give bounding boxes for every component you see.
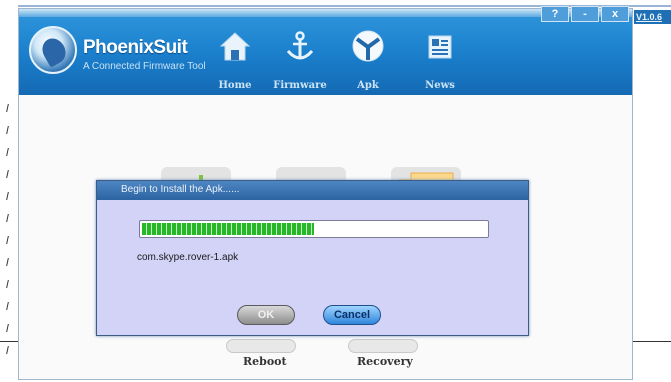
home-icon xyxy=(219,32,251,61)
margin-tick xyxy=(6,192,11,200)
margin-tick xyxy=(6,302,11,310)
nav-apk-label: Apk xyxy=(357,80,379,91)
left-margin xyxy=(0,0,18,382)
cancel-button[interactable]: Cancel xyxy=(323,305,381,325)
nav-news[interactable]: News xyxy=(410,27,470,93)
recovery-label: Recovery xyxy=(357,355,413,368)
divider-line xyxy=(0,341,20,342)
window-controls: ? - x xyxy=(541,6,629,22)
recovery-button[interactable] xyxy=(348,339,418,353)
progress-fill xyxy=(142,223,314,235)
version-label[interactable]: V1.0.6 xyxy=(634,10,671,24)
package-name: com.skype.rover-1.apk xyxy=(137,252,239,263)
margin-tick xyxy=(6,346,11,354)
nav-home-label: Home xyxy=(218,80,252,91)
phoenixsuit-logo-icon xyxy=(29,26,77,74)
divider-line xyxy=(632,341,671,342)
news-icon xyxy=(428,35,452,59)
anchor-icon xyxy=(286,31,314,60)
margin-tick xyxy=(6,236,11,244)
margin-tick xyxy=(6,126,11,134)
app-subtitle: A Connected Firmware Tool xyxy=(83,61,206,72)
margin-tick xyxy=(6,148,11,156)
margin-tick xyxy=(6,170,11,178)
ok-button[interactable]: OK xyxy=(237,305,295,325)
margin-tick xyxy=(6,258,11,266)
help-button[interactable]: ? xyxy=(541,6,569,22)
minimize-button[interactable]: - xyxy=(571,6,599,22)
close-button[interactable]: x xyxy=(601,6,629,22)
nav-firmware[interactable]: Firmware xyxy=(270,27,330,93)
logo-swirl xyxy=(37,34,71,68)
dialog-titlebar[interactable]: Begin to Install the Apk...... xyxy=(97,181,528,200)
nav-news-label: News xyxy=(425,80,455,91)
margin-tick xyxy=(6,280,11,288)
nav-firmware-label: Firmware xyxy=(273,80,327,91)
dialog-title: Begin to Install the Apk...... xyxy=(121,184,240,195)
app-title: PhoenixSuit xyxy=(83,37,188,58)
install-progress-bar xyxy=(139,220,489,238)
nav-apk[interactable]: Apk xyxy=(338,27,398,93)
margin-tick xyxy=(6,324,11,332)
margin-tick xyxy=(6,214,11,222)
margin-tick xyxy=(6,104,11,112)
reboot-label: Reboot xyxy=(243,355,287,368)
apk-icon xyxy=(352,30,384,62)
install-apk-dialog: Begin to Install the Apk...... com.skype… xyxy=(96,180,529,336)
reboot-button[interactable] xyxy=(226,339,296,353)
nav-home[interactable]: Home xyxy=(205,27,265,93)
